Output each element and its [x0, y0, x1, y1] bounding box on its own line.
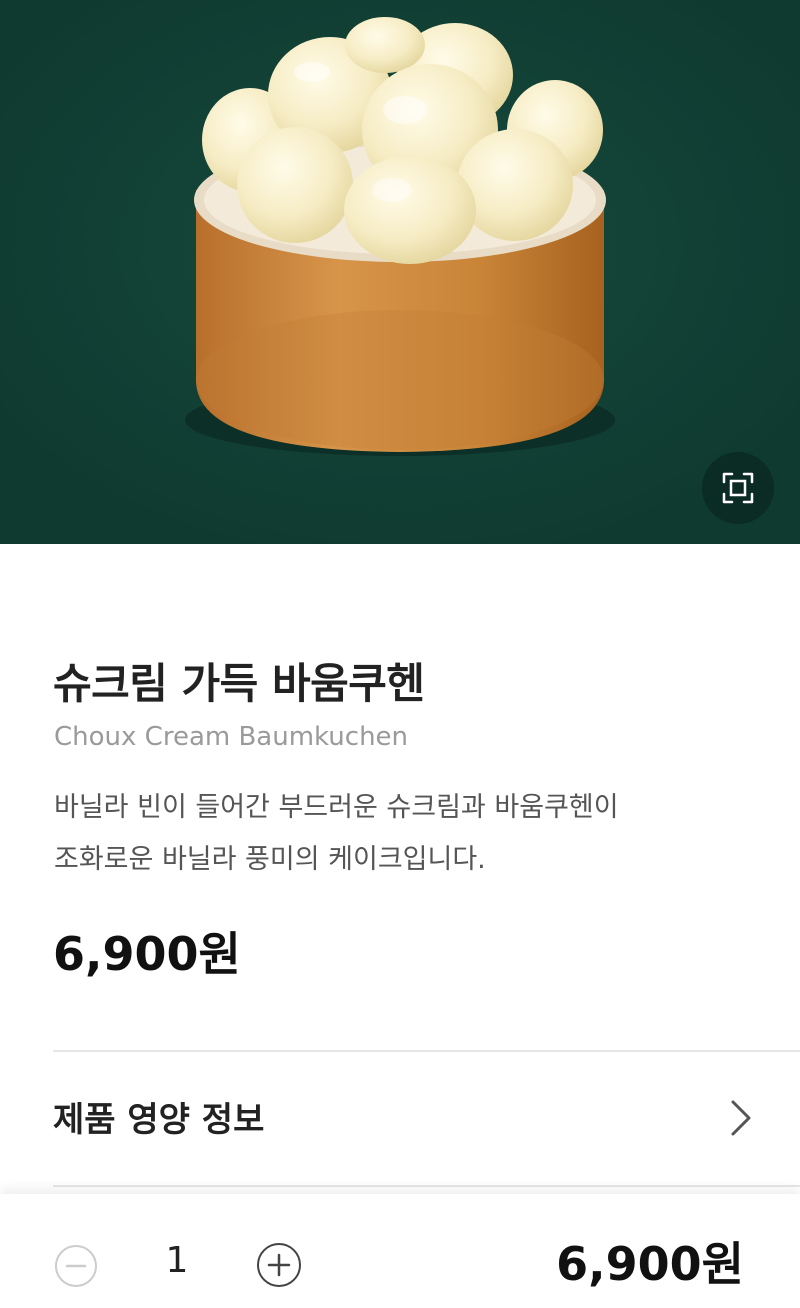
nutrition-info-row[interactable]: 제품 영양 정보	[53, 1052, 763, 1184]
nutrition-info-label: 제품 영양 정보	[53, 1100, 265, 1140]
product-description-line: 바닐라 빈이 들어간 부드러운 슈크림과 바움쿠헨이	[54, 792, 619, 823]
product-description-line: 조화로운 바닐라 풍미의 케이크입니다.	[54, 844, 486, 875]
increase-quantity-button[interactable]	[256, 1242, 302, 1288]
product-image-area	[0, 0, 800, 544]
product-english-name: Choux Cream Baumkuchen	[54, 722, 409, 752]
order-bar: 1 6,900원	[0, 1194, 800, 1308]
zoom-image-button[interactable]	[702, 452, 774, 524]
total-price: 6,900원	[556, 1237, 744, 1291]
product-title: 슈크림 가득 바움쿠헨	[53, 659, 425, 708]
product-description: 바닐라 빈이 들어간 부드러운 슈크림과 바움쿠헨이 조화로운 바닐라 풍미의 …	[54, 782, 754, 886]
decrease-quantity-button[interactable]	[54, 1244, 98, 1288]
cake-image	[0, 0, 800, 544]
minus-circle-icon	[55, 1245, 97, 1287]
product-price: 6,900원	[53, 927, 241, 981]
quantity-value: 1	[165, 1240, 189, 1281]
plus-circle-icon	[257, 1243, 301, 1287]
expand-icon	[722, 472, 754, 504]
chevron-right-icon	[731, 1100, 751, 1136]
divider	[53, 1185, 800, 1187]
